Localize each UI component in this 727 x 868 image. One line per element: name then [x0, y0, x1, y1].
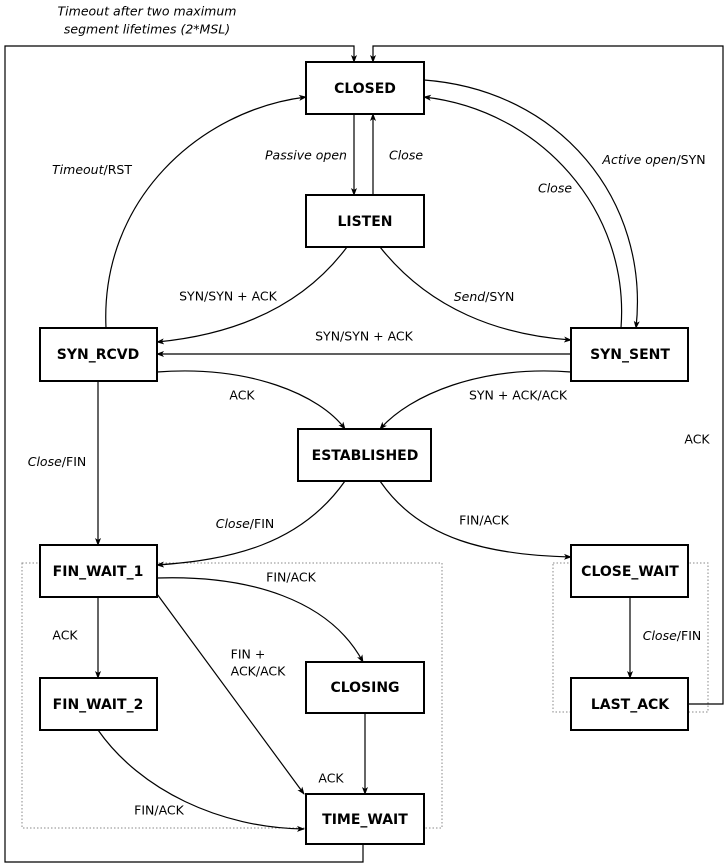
edge-fin-wait-2-time-wait: [97, 729, 305, 832]
state-label: LAST_ACK: [591, 697, 670, 713]
label-close-wait-last-ack: Close/FIN: [643, 628, 702, 643]
label-syn-rcvd-established: ACK: [229, 388, 255, 403]
label-syn-rcvd-fin-wait-1: Close/FIN: [28, 454, 87, 469]
state-fin-wait-2: FIN_WAIT_2: [39, 677, 158, 731]
edge-fin-wait-1-time-wait: [156, 593, 305, 795]
state-established: ESTABLISHED: [297, 428, 432, 482]
label-syn-rcvd-closed: Timeout/RST: [52, 162, 132, 177]
state-time-wait: TIME_WAIT: [305, 793, 425, 845]
state-label: SYN_SENT: [590, 347, 670, 363]
label-time-wait-closed-2: segment lifetimes (2*MSL): [64, 22, 230, 37]
state-syn-sent: SYN_SENT: [570, 327, 689, 382]
state-label: FIN_WAIT_2: [53, 697, 144, 713]
state-label: FIN_WAIT_1: [53, 564, 144, 580]
state-fin-wait-1: FIN_WAIT_1: [39, 544, 158, 598]
tcp-state-diagram: CLOSED LISTEN SYN_RCVD SYN_SENT ESTABLIS…: [4, 4, 724, 863]
label-closing-time-wait: ACK: [318, 771, 344, 786]
state-label: CLOSED: [334, 81, 396, 97]
state-label: SYN_RCVD: [57, 347, 139, 363]
label-fin-wait-1-closing: FIN/ACK: [266, 570, 316, 585]
state-listen: LISTEN: [305, 194, 425, 248]
state-closed: CLOSED: [305, 61, 425, 115]
label-syn-sent-syn-rcvd: SYN/SYN + ACK: [315, 329, 414, 344]
state-label: ESTABLISHED: [312, 448, 419, 464]
state-label: CLOSE_WAIT: [581, 564, 679, 580]
label-fin-wait-1-time-wait-2: ACK/ACK: [231, 664, 287, 679]
label-listen-syn-rcvd: SYN/SYN + ACK: [179, 289, 278, 304]
label-listen-closed: Close: [389, 148, 423, 163]
state-close-wait: CLOSE_WAIT: [570, 544, 689, 598]
label-syn-sent-established: SYN + ACK/ACK: [469, 388, 568, 403]
label-time-wait-closed-1: Timeout after two maximum: [58, 4, 237, 19]
label-last-ack-closed: ACK: [684, 432, 710, 447]
label-established-close-wait: FIN/ACK: [459, 513, 509, 528]
label-fin-wait-2-time-wait: FIN/ACK: [134, 803, 184, 818]
label-closed-listen: Passive open: [265, 148, 347, 163]
label-syn-sent-closed: Close: [538, 181, 572, 196]
label-fin-wait-1-fin-wait-2: ACK: [52, 628, 78, 643]
state-label: CLOSING: [330, 680, 399, 696]
label-listen-syn-sent: Send/SYN: [454, 289, 515, 304]
label-closed-syn-sent: Active open/SYN: [601, 152, 705, 167]
state-last-ack: LAST_ACK: [570, 677, 689, 731]
state-label: TIME_WAIT: [322, 812, 408, 828]
label-fin-wait-1-time-wait-1: FIN +: [231, 647, 266, 662]
state-label: LISTEN: [337, 214, 392, 230]
state-syn-rcvd: SYN_RCVD: [39, 327, 158, 382]
label-established-fin-wait-1: Close/FIN: [216, 516, 275, 531]
state-closing: CLOSING: [305, 661, 425, 714]
